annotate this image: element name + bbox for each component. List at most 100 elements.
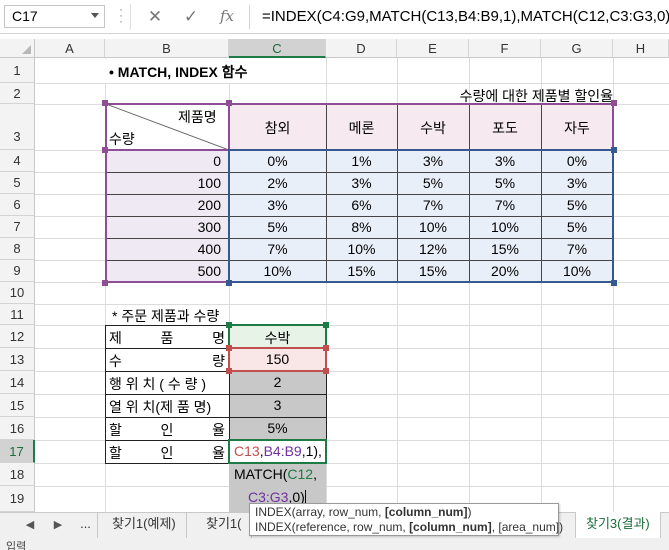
cell-edit-line-2[interactable]: MATCH(C12,: [234, 466, 317, 482]
quantity-cell[interactable]: 0: [106, 153, 221, 169]
rate-cell[interactable]: 2%: [229, 175, 326, 191]
rate-cell[interactable]: 20%: [469, 263, 541, 279]
rate-cell[interactable]: 0%: [541, 153, 613, 169]
column-header-g[interactable]: G: [541, 39, 613, 58]
row-header-10[interactable]: 10: [0, 282, 35, 304]
rate-cell[interactable]: 8%: [326, 219, 397, 235]
divider: [130, 4, 131, 30]
column-header-d[interactable]: D: [326, 39, 397, 58]
tab-prev-icon[interactable]: ◀: [20, 512, 40, 538]
rate-cell[interactable]: 3%: [326, 175, 397, 191]
insert-function-icon[interactable]: fx: [212, 5, 242, 28]
rate-cell[interactable]: 1%: [326, 153, 397, 169]
row-position-value[interactable]: 2: [229, 374, 326, 390]
quantity-cell[interactable]: 200: [106, 197, 221, 213]
function-tooltip[interactable]: INDEX(array, row_num, [column_num]) INDE…: [249, 503, 563, 536]
order-label-row-pos[interactable]: 행 위 치 ( 수 량 ): [109, 374, 227, 394]
rate-cell[interactable]: 10%: [541, 263, 613, 279]
tab-next-icon[interactable]: ▶: [48, 512, 68, 538]
resize-handle[interactable]: [611, 100, 617, 106]
rate-cell[interactable]: 5%: [541, 219, 613, 235]
rate-cell[interactable]: 12%: [397, 241, 469, 257]
rate-cell[interactable]: 7%: [541, 241, 613, 257]
quantity-cell[interactable]: 400: [106, 241, 221, 257]
quantity-cell[interactable]: 500: [106, 263, 221, 279]
check-icon[interactable]: ✓: [176, 5, 206, 28]
row-header-4[interactable]: 4: [0, 150, 35, 172]
rate-cell[interactable]: 10%: [326, 241, 397, 257]
row-header-13[interactable]: 13: [0, 348, 35, 371]
tooltip-signature-1[interactable]: INDEX(array, row_num, [column_num]): [255, 505, 553, 520]
rate-cell[interactable]: 5%: [469, 175, 541, 191]
rate-cell[interactable]: 3%: [229, 197, 326, 213]
row-header-15[interactable]: 15: [0, 394, 35, 417]
resize-handle[interactable]: [102, 100, 108, 106]
row-header-11[interactable]: 11: [0, 304, 35, 325]
rate-cell[interactable]: 3%: [469, 153, 541, 169]
rate-cell[interactable]: 5%: [229, 219, 326, 235]
chevron-down-icon[interactable]: [91, 13, 99, 18]
row-header-12[interactable]: 12: [0, 325, 35, 348]
rate-cell[interactable]: 5%: [541, 197, 613, 213]
rate-cell[interactable]: 0%: [229, 153, 326, 169]
resize-handle[interactable]: [226, 100, 232, 106]
rate-cell[interactable]: 5%: [397, 175, 469, 191]
row-header-17[interactable]: 17: [0, 440, 35, 463]
order-product-value[interactable]: 수박: [229, 328, 326, 348]
row-header-3[interactable]: 3: [0, 104, 35, 150]
rate-cell[interactable]: 10%: [229, 263, 326, 279]
order-label-col-pos[interactable]: 열 위 치(제 품 명): [109, 397, 227, 417]
resize-handle[interactable]: [226, 280, 232, 286]
tooltip-active-arg: [column_num]: [384, 505, 468, 519]
column-header-h[interactable]: H: [613, 39, 669, 58]
row-header-2[interactable]: 2: [0, 83, 35, 104]
rate-cell[interactable]: 3%: [541, 175, 613, 191]
cell-edit-line-1[interactable]: C13,B4:B9,1),: [234, 443, 322, 459]
resize-handle[interactable]: [102, 280, 108, 286]
row-header-7[interactable]: 7: [0, 216, 35, 238]
rate-cell[interactable]: 10%: [397, 219, 469, 235]
name-box[interactable]: C17: [4, 5, 105, 28]
column-header-f[interactable]: F: [469, 39, 541, 58]
row-header-16[interactable]: 16: [0, 417, 35, 440]
column-header-c[interactable]: C: [229, 39, 326, 58]
cancel-icon[interactable]: ✕: [140, 5, 170, 28]
more-tabs-button[interactable]: ...: [74, 512, 98, 538]
rate-cell[interactable]: 6%: [326, 197, 397, 213]
tab-find3-result[interactable]: 찾기3(결과): [575, 512, 661, 538]
row-header-6[interactable]: 6: [0, 194, 35, 216]
quantity-cell[interactable]: 300: [106, 219, 221, 235]
rate-cell[interactable]: 10%: [469, 219, 541, 235]
column-header-b[interactable]: B: [105, 39, 229, 58]
column-header-e[interactable]: E: [397, 39, 469, 58]
resize-handle[interactable]: [611, 280, 617, 286]
row-header-9[interactable]: 9: [0, 260, 35, 282]
tooltip-signature-2[interactable]: INDEX(reference, row_num, [column_num], …: [255, 520, 563, 535]
row-header-14[interactable]: 14: [0, 371, 35, 394]
tab-find1-example[interactable]: 찾기1(예제): [102, 512, 187, 538]
drag-handle-icon[interactable]: · · ·: [118, 3, 124, 27]
rate-cell[interactable]: 3%: [397, 153, 469, 169]
rate-cell[interactable]: 15%: [326, 263, 397, 279]
label-char: 제: [109, 330, 122, 346]
rate-result-value[interactable]: 5%: [229, 420, 326, 436]
rate-cell[interactable]: 7%: [469, 197, 541, 213]
rate-cell[interactable]: 15%: [397, 263, 469, 279]
row-header-8[interactable]: 8: [0, 238, 35, 260]
order-label-rate[interactable]: 할 인 율: [109, 420, 225, 440]
rate-cell[interactable]: 7%: [229, 241, 326, 257]
quantity-cell[interactable]: 100: [106, 175, 221, 191]
rate-cell[interactable]: 15%: [469, 241, 541, 257]
row-header-5[interactable]: 5: [0, 172, 35, 194]
col-position-value[interactable]: 3: [229, 397, 326, 413]
order-label-qty[interactable]: 수 량: [109, 351, 225, 371]
row-header-19[interactable]: 19: [0, 486, 35, 512]
rate-cell[interactable]: 7%: [397, 197, 469, 213]
row-header-18[interactable]: 18: [0, 463, 35, 486]
order-label-rate-formula[interactable]: 할 인 율: [109, 443, 225, 463]
tab-find1-partial[interactable]: 찾기1(: [196, 512, 253, 538]
column-header-a[interactable]: A: [35, 39, 105, 58]
order-qty-value[interactable]: 150: [229, 351, 326, 367]
order-label-product[interactable]: 제 품 명: [109, 328, 225, 348]
row-header-1[interactable]: 1: [0, 58, 35, 83]
